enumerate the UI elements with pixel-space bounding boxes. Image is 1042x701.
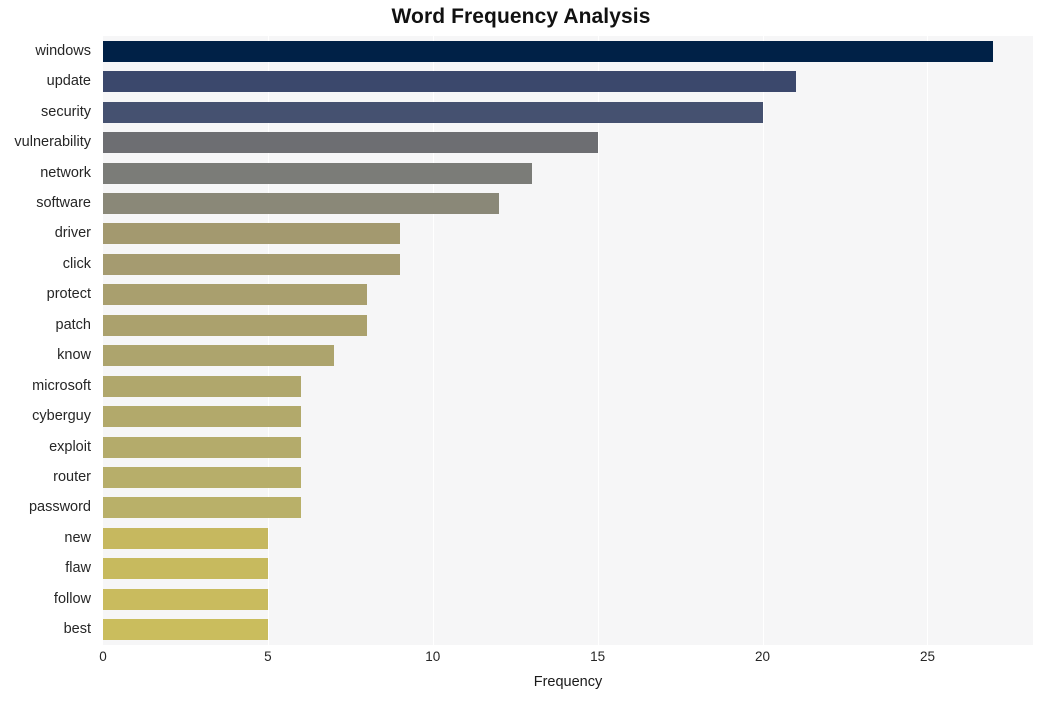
x-axis-tick-labels: 0 5 10 15 20 25 <box>99 645 1033 671</box>
y-tick-label-security: security <box>41 103 91 120</box>
bar-click[interactable] <box>103 253 400 275</box>
y-tick-label-exploit: exploit <box>49 438 91 455</box>
bar-cyberguy[interactable] <box>103 406 301 428</box>
x-tick-label-5: 5 <box>264 649 272 664</box>
x-tick-label-10: 10 <box>425 649 441 664</box>
y-axis-tick-labels: windows update security vulnerability networ… <box>0 36 97 645</box>
bars-layer <box>103 36 1033 645</box>
y-tick-label-network: network <box>40 164 91 181</box>
x-axis-title: Frequency <box>533 674 603 690</box>
y-tick-label-microsoft: microsoft <box>32 377 91 394</box>
y-tick-label-driver: driver <box>54 225 91 242</box>
y-tick-label-patch: patch <box>55 316 91 333</box>
x-tick-label-15: 15 <box>590 649 606 664</box>
x-tick-label-25: 25 <box>919 649 935 664</box>
y-tick-label-password: password <box>28 499 91 516</box>
bar-follow[interactable] <box>103 588 268 610</box>
bar-software[interactable] <box>103 192 499 214</box>
y-tick-label-flaw: flaw <box>65 560 91 577</box>
bar-exploit[interactable] <box>103 436 301 458</box>
chart-title: Word Frequency Analysis <box>391 5 651 28</box>
y-tick-label-router: router <box>53 469 91 486</box>
bar-network[interactable] <box>103 162 532 184</box>
x-tick-label-20: 20 <box>755 649 771 664</box>
y-tick-label-windows: windows <box>35 42 91 59</box>
y-tick-label-software: software <box>36 194 91 211</box>
x-tick-label-0: 0 <box>99 649 107 664</box>
bar-know[interactable] <box>103 345 334 367</box>
y-tick-label-vulnerability: vulnerability <box>14 134 91 151</box>
y-tick-label-click: click <box>62 255 91 272</box>
y-tick-label-protect: protect <box>46 286 91 303</box>
bar-vulnerability[interactable] <box>103 132 598 154</box>
y-tick-label-update: update <box>46 73 91 90</box>
y-tick-label-know: know <box>57 347 91 364</box>
bar-security[interactable] <box>103 101 763 123</box>
y-tick-label-new: new <box>64 529 91 546</box>
word-frequency-bar-chart: Word Frequency Analysis windows update sec… <box>0 0 1042 701</box>
bar-microsoft[interactable] <box>103 375 301 397</box>
bar-best[interactable] <box>103 619 268 641</box>
bar-windows[interactable] <box>103 40 994 62</box>
bar-flaw[interactable] <box>103 558 268 580</box>
bar-new[interactable] <box>103 527 268 549</box>
bar-protect[interactable] <box>103 284 367 306</box>
bar-patch[interactable] <box>103 314 367 336</box>
bar-driver[interactable] <box>103 223 400 245</box>
bar-update[interactable] <box>103 71 796 93</box>
y-tick-label-cyberguy: cyberguy <box>32 408 91 425</box>
y-tick-label-best: best <box>63 621 91 638</box>
bar-router[interactable] <box>103 467 301 489</box>
y-tick-label-follow: follow <box>53 590 91 607</box>
bar-password[interactable] <box>103 497 301 519</box>
